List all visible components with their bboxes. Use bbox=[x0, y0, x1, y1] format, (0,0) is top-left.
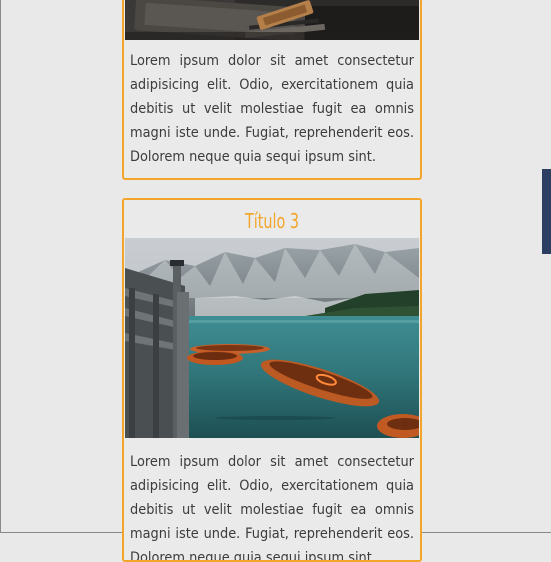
left-frame-line bbox=[0, 0, 1, 533]
card-2-title: Título 3 bbox=[244, 209, 300, 233]
card-2-image bbox=[125, 238, 419, 438]
card-1: Lorem ipsum dolor sit amet consectetur a… bbox=[122, 0, 422, 180]
card-1-image bbox=[125, 0, 419, 40]
card-2-text: Lorem ipsum dolor sit amet consectetur a… bbox=[130, 454, 414, 562]
card-1-text: Lorem ipsum dolor sit amet consectetur a… bbox=[130, 53, 414, 165]
card-2: Título 3 Lorem ipsum dolor sit amet cons… bbox=[122, 198, 422, 562]
side-tab[interactable] bbox=[542, 169, 551, 254]
